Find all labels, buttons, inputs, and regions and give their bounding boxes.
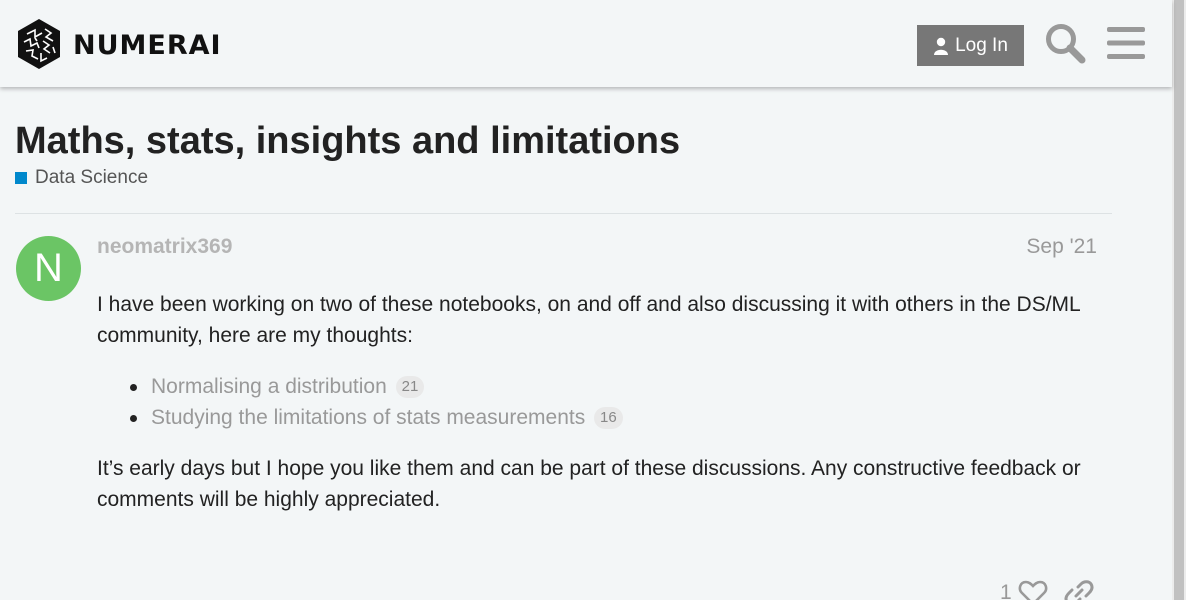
post-date[interactable]: Sep '21 — [1026, 235, 1097, 259]
category-link[interactable]: Data Science — [15, 167, 148, 189]
brand-name: NUMERAI — [73, 29, 222, 61]
user-icon — [934, 37, 949, 55]
search-icon[interactable] — [1044, 22, 1086, 64]
numerai-logo-icon — [18, 19, 60, 69]
hamburger-menu-icon[interactable] — [1107, 26, 1145, 60]
title-divider — [15, 213, 1112, 214]
post-link[interactable]: Normalising a distribution — [151, 375, 387, 398]
list-item: Studying the limitations of stats measur… — [130, 402, 1107, 433]
category-label: Data Science — [35, 167, 149, 188]
like-count[interactable]: 1 — [1000, 581, 1012, 600]
post-outro: It’s early days but I hope you like them… — [97, 457, 1081, 511]
click-count-badge: 16 — [594, 407, 623, 429]
post-username[interactable]: neomatrix369 — [97, 235, 232, 259]
topic-title[interactable]: Maths, stats, insights and limitations — [15, 120, 680, 163]
post-link[interactable]: Studying the limitations of stats measur… — [151, 406, 585, 429]
link-icon[interactable] — [1064, 578, 1094, 600]
login-button[interactable]: Log In — [917, 25, 1024, 66]
post-intro: I have been working on two of these note… — [97, 293, 1080, 347]
avatar[interactable]: N — [16, 236, 81, 301]
scrollbar-thumb[interactable] — [1174, 0, 1184, 600]
site-logo[interactable]: NUMERAI — [15, 17, 222, 71]
post-link-list: Normalising a distribution 21 Studying t… — [130, 371, 1107, 433]
click-count-badge: 21 — [395, 376, 425, 398]
heart-icon[interactable] — [1018, 578, 1048, 600]
list-item: Normalising a distribution 21 — [130, 371, 1107, 402]
category-color-badge — [15, 172, 27, 184]
login-label: Log In — [955, 34, 1008, 56]
post-body: I have been working on two of these note… — [97, 289, 1107, 515]
site-header: NUMERAI Log In — [0, 0, 1172, 87]
post-actions: 1 — [1000, 578, 1094, 600]
page-scrollbar[interactable] — [1172, 0, 1186, 600]
